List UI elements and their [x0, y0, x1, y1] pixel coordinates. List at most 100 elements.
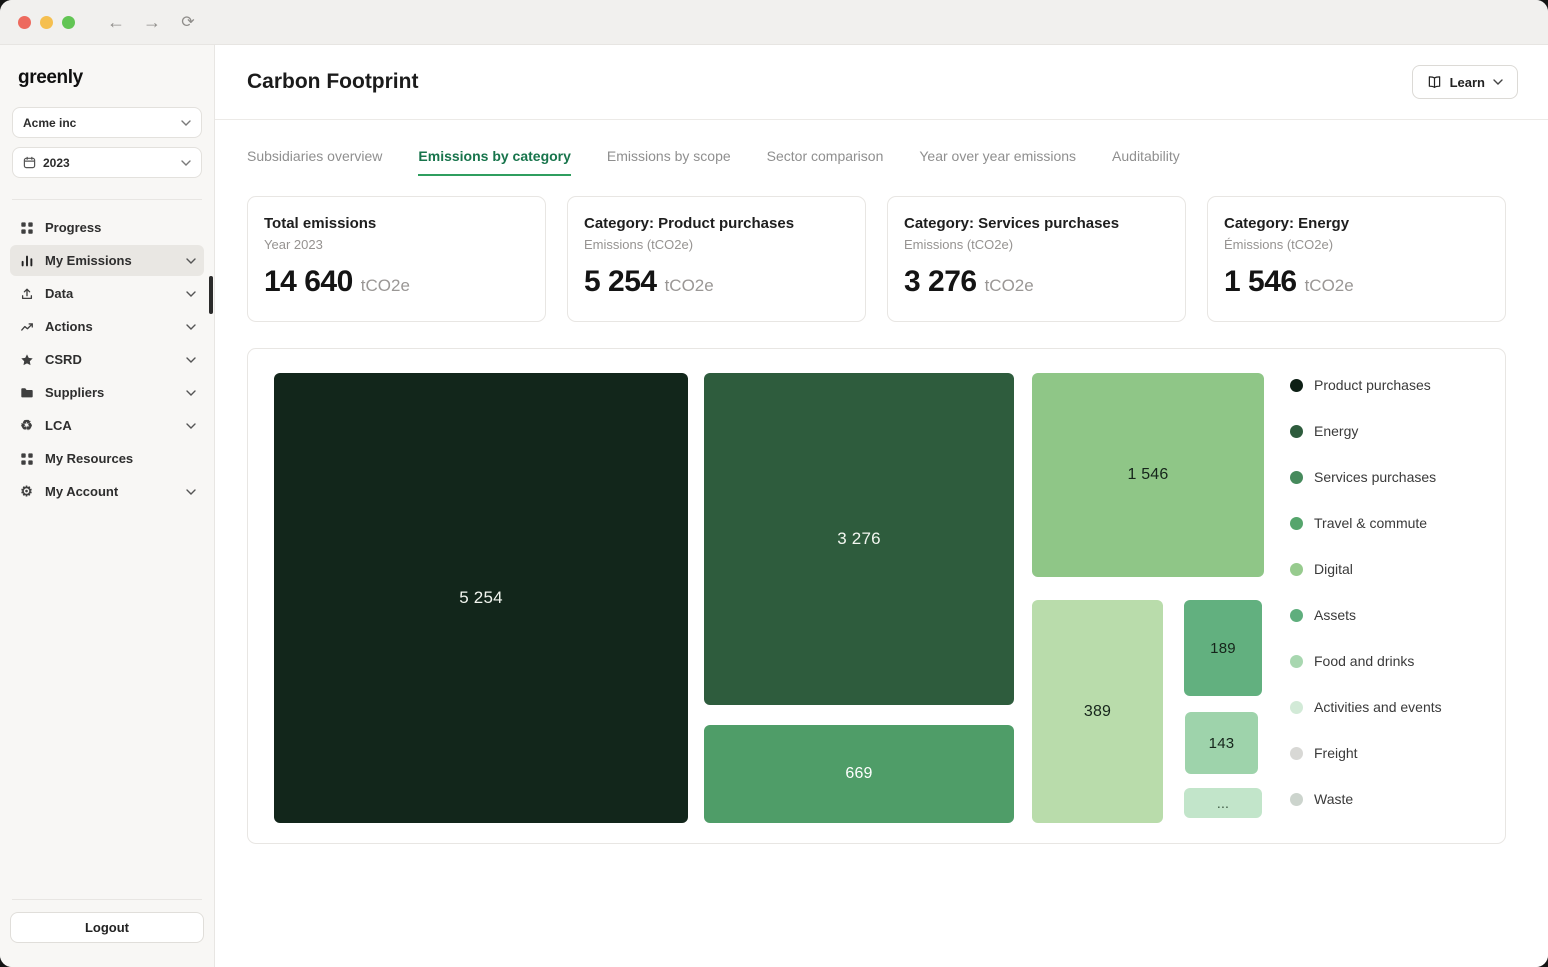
- treemap-block-services-purchases[interactable]: 3 276: [704, 373, 1014, 705]
- sidebar-item-csrd[interactable]: CSRD: [10, 344, 204, 375]
- legend-label: Travel & commute: [1314, 515, 1427, 531]
- tab-bar: Subsidiaries overview Emissions by categ…: [215, 120, 1548, 176]
- chevron-down-icon: [186, 390, 196, 396]
- stat-subtitle: Emissions (tCO2e): [904, 237, 1165, 252]
- sidebar-item-label: Suppliers: [45, 385, 176, 400]
- grid-icon: [18, 221, 35, 235]
- treemap-value-label: ...: [1217, 795, 1229, 811]
- sidebar-item-label: My Account: [45, 484, 176, 499]
- sidebar-item-suppliers[interactable]: Suppliers: [10, 377, 204, 408]
- treemap-value-label: 3 276: [837, 529, 881, 549]
- main-content: Carbon Footprint Learn Subsidiaries over…: [215, 45, 1548, 967]
- upload-icon: [18, 287, 35, 301]
- year-select-value: 2023: [43, 156, 174, 170]
- treemap-block[interactable]: 669: [704, 725, 1014, 823]
- stat-unit: tCO2e: [665, 276, 714, 296]
- tab-sector-comparison[interactable]: Sector comparison: [767, 148, 884, 176]
- sidebar-item-label: LCA: [45, 418, 176, 433]
- legend-dot-icon: [1290, 609, 1303, 622]
- chevron-down-icon: [186, 258, 196, 264]
- stat-title: Category: Product purchases: [584, 215, 845, 232]
- treemap-block-product-purchases[interactable]: 5 254: [274, 373, 688, 823]
- stat-cards: Total emissions Year 2023 14 640 tCO2e C…: [215, 176, 1548, 322]
- treemap-value-label: 1 546: [1127, 466, 1168, 484]
- sidebar-item-label: CSRD: [45, 352, 176, 367]
- tab-subsidiaries-overview[interactable]: Subsidiaries overview: [247, 148, 382, 176]
- trend-icon: [18, 320, 35, 334]
- sidebar-item-my-resources[interactable]: My Resources: [10, 443, 204, 474]
- divider: [12, 199, 202, 200]
- legend-label: Food and drinks: [1314, 653, 1414, 669]
- sidebar-item-actions[interactable]: Actions: [10, 311, 204, 342]
- legend-item: Services purchases: [1290, 467, 1442, 487]
- legend-dot-icon: [1290, 517, 1303, 530]
- logout-button[interactable]: Logout: [10, 912, 204, 943]
- stat-subtitle: Year 2023: [264, 237, 525, 252]
- stat-title: Category: Services purchases: [904, 215, 1165, 232]
- treemap-value-label: 389: [1084, 703, 1111, 721]
- minimize-window-icon[interactable]: [40, 16, 53, 29]
- chevron-down-icon: [186, 357, 196, 363]
- forward-icon[interactable]: →: [139, 9, 165, 35]
- treemap-block-other[interactable]: ...: [1184, 788, 1262, 818]
- chevron-down-icon: [186, 291, 196, 297]
- legend-label: Activities and events: [1314, 699, 1442, 715]
- legend-dot-icon: [1290, 379, 1303, 392]
- chevron-down-icon: [186, 324, 196, 330]
- treemap-block[interactable]: 389: [1032, 600, 1163, 823]
- sidebar-item-progress[interactable]: Progress: [10, 212, 204, 243]
- legend-item: Freight: [1290, 743, 1442, 763]
- sidebar: greenly Acme inc 2023: [0, 45, 215, 967]
- divider: [12, 899, 202, 900]
- legend-item: Food and drinks: [1290, 651, 1442, 671]
- treemap-block[interactable]: 143: [1185, 712, 1258, 774]
- close-window-icon[interactable]: [18, 16, 31, 29]
- stat-title: Total emissions: [264, 215, 525, 232]
- sidebar-item-label: My Resources: [45, 451, 196, 466]
- treemap-block[interactable]: 189: [1184, 600, 1262, 696]
- reload-icon[interactable]: ⟳: [175, 9, 201, 35]
- tab-emissions-by-scope[interactable]: Emissions by scope: [607, 148, 731, 176]
- sidebar-item-lca[interactable]: ♻ LCA: [10, 410, 204, 441]
- tab-auditability[interactable]: Auditability: [1112, 148, 1180, 176]
- stat-unit: tCO2e: [1305, 276, 1354, 296]
- sidebar-item-my-account[interactable]: ⚙ My Account: [10, 476, 204, 507]
- sidebar-scrollbar-thumb[interactable]: [209, 276, 213, 314]
- greenly-logo: greenly: [10, 59, 204, 107]
- stat-value: 14 640: [264, 265, 353, 299]
- chevron-down-icon: [1493, 79, 1503, 85]
- legend-label: Digital: [1314, 561, 1353, 577]
- stat-card-product-purchases: Category: Product purchases Emissions (t…: [567, 196, 866, 322]
- treemap-block-energy[interactable]: 1 546: [1032, 373, 1264, 577]
- gear-icon: ⚙: [18, 483, 35, 500]
- legend-label: Product purchases: [1314, 377, 1431, 393]
- legend-dot-icon: [1290, 701, 1303, 714]
- legend-label: Freight: [1314, 745, 1358, 761]
- year-select[interactable]: 2023: [12, 147, 202, 178]
- tab-emissions-by-category[interactable]: Emissions by category: [418, 148, 571, 176]
- calendar-icon: [23, 156, 36, 169]
- tab-year-over-year-emissions[interactable]: Year over year emissions: [919, 148, 1076, 176]
- treemap-value-label: 669: [845, 765, 872, 783]
- stat-card-total-emissions: Total emissions Year 2023 14 640 tCO2e: [247, 196, 546, 322]
- stat-value: 3 276: [904, 265, 977, 299]
- stat-subtitle: Émissions (tCO2e): [1224, 237, 1485, 252]
- sidebar-item-my-emissions[interactable]: My Emissions: [10, 245, 204, 276]
- legend-dot-icon: [1290, 747, 1303, 760]
- legend-item: Energy: [1290, 421, 1442, 441]
- sidebar-item-data[interactable]: Data: [10, 278, 204, 309]
- back-icon[interactable]: ←: [103, 9, 129, 35]
- legend-dot-icon: [1290, 655, 1303, 668]
- company-select[interactable]: Acme inc: [12, 107, 202, 138]
- learn-button[interactable]: Learn: [1412, 65, 1518, 99]
- stat-value: 5 254: [584, 265, 657, 299]
- legend-dot-icon: [1290, 471, 1303, 484]
- sidebar-item-label: Actions: [45, 319, 176, 334]
- legend-item: Digital: [1290, 559, 1442, 579]
- maximize-window-icon[interactable]: [62, 16, 75, 29]
- sidebar-item-label: Data: [45, 286, 176, 301]
- legend-item: Product purchases: [1290, 375, 1442, 395]
- stat-card-energy: Category: Energy Émissions (tCO2e) 1 546…: [1207, 196, 1506, 322]
- legend-dot-icon: [1290, 563, 1303, 576]
- recycle-icon: ♻: [18, 417, 35, 434]
